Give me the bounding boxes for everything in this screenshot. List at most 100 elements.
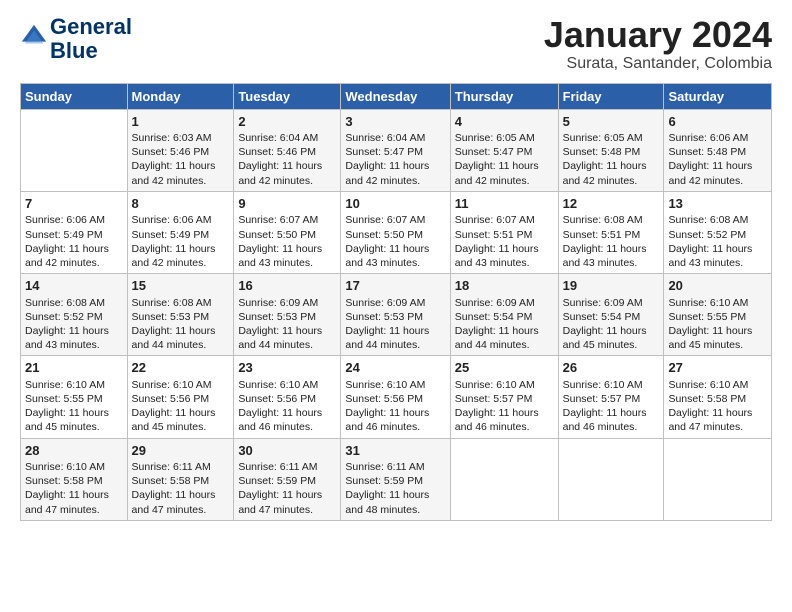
weekday-header-friday: Friday	[558, 83, 664, 109]
day-info: Sunrise: 6:09 AM	[455, 296, 554, 310]
day-number: 4	[455, 113, 554, 131]
day-number: 28	[25, 442, 123, 460]
day-info: Sunrise: 6:11 AM	[238, 460, 336, 474]
calendar-table: SundayMondayTuesdayWednesdayThursdayFrid…	[20, 83, 772, 521]
day-info: and 47 minutes.	[668, 420, 767, 434]
day-number: 26	[563, 359, 660, 377]
page: General Blue January 2024 Surata, Santan…	[0, 0, 792, 612]
day-info: Sunrise: 6:10 AM	[132, 378, 230, 392]
day-info: Sunrise: 6:08 AM	[563, 213, 660, 227]
day-info: and 47 minutes.	[238, 503, 336, 517]
day-info: and 43 minutes.	[563, 256, 660, 270]
day-info: and 46 minutes.	[455, 420, 554, 434]
day-info: Daylight: 11 hours	[668, 242, 767, 256]
day-info: Sunset: 5:53 PM	[345, 310, 445, 324]
day-info: Sunset: 5:53 PM	[238, 310, 336, 324]
calendar-week-row: 14Sunrise: 6:08 AMSunset: 5:52 PM Dayligh…	[21, 274, 772, 356]
day-info: Daylight: 11 hours	[238, 242, 336, 256]
calendar-cell: 18Sunrise: 6:09 AMSunset: 5:54 PMDayligh…	[450, 274, 558, 356]
day-info: Sunset: 5:54 PM	[455, 310, 554, 324]
day-info: Sunset: 5:57 PM	[455, 392, 554, 406]
day-info: and 43 minutes.	[668, 256, 767, 270]
day-number: 1	[132, 113, 230, 131]
calendar-cell: 7Sunrise: 6:06 AMSunset: 5:49 PMDaylight…	[21, 191, 128, 273]
day-info: Sunset: 5:47 PM	[345, 145, 445, 159]
calendar-week-row: 21 Sunrise: 6:10 AM Sunset: 5:55 PM Dayligh…	[21, 356, 772, 438]
calendar-cell: 10Sunrise: 6:07 AMSunset: 5:50 PMDayligh…	[341, 191, 450, 273]
calendar-week-row: 7Sunrise: 6:06 AMSunset: 5:49 PMDaylight…	[21, 191, 772, 273]
day-number: 10	[345, 195, 445, 213]
day-info: Sunrise: 6:09 AM	[563, 296, 660, 310]
day-info: and 45 minutes.	[132, 420, 230, 434]
day-info: and 45 minutes.	[668, 338, 767, 352]
calendar-cell: 29Sunrise: 6:11 AMSunset: 5:58 PMDayligh…	[127, 438, 234, 520]
day-number: 3	[345, 113, 445, 131]
weekday-header-row: SundayMondayTuesdayWednesdayThursdayFrid…	[21, 83, 772, 109]
day-info: Sunrise: 6:11 AM	[132, 460, 230, 474]
day-info: and 46 minutes.	[238, 420, 336, 434]
day-number: 30	[238, 442, 336, 460]
day-info: Sunrise: 6:03 AM	[132, 131, 230, 145]
day-info: Sunset: 5:52 PM	[25, 310, 123, 324]
day-info: and 47 minutes.	[25, 503, 123, 517]
day-info: Daylight: 11 hours	[238, 488, 336, 502]
day-number: 2	[238, 113, 336, 131]
day-info: Sunrise: 6:08 AM	[668, 213, 767, 227]
day-info: Daylight: 11 hours	[668, 324, 767, 338]
day-info: Sunrise: 6:05 AM	[455, 131, 554, 145]
calendar-cell	[21, 109, 128, 191]
day-number: 17	[345, 277, 445, 295]
day-info: Daylight: 11 hours	[345, 159, 445, 173]
day-number: 6	[668, 113, 767, 131]
day-info: Daylight: 11 hours	[455, 242, 554, 256]
calendar-cell: 14Sunrise: 6:08 AMSunset: 5:52 PMDayligh…	[21, 274, 128, 356]
weekday-header-thursday: Thursday	[450, 83, 558, 109]
day-info: and 44 minutes.	[238, 338, 336, 352]
day-info: Sunrise: 6:07 AM	[455, 213, 554, 227]
day-info: Daylight: 11 hours	[132, 159, 230, 173]
month-title: January 2024	[544, 15, 772, 55]
weekday-header-sunday: Sunday	[21, 83, 128, 109]
day-info: Daylight: 11 hours	[668, 406, 767, 420]
day-info: Sunset: 5:56 PM	[132, 392, 230, 406]
day-info: Sunset: 5:51 PM	[455, 228, 554, 242]
day-info: Sunset: 5:55 PM	[25, 392, 123, 406]
location-subtitle: Surata, Santander, Colombia	[544, 55, 772, 73]
day-info: Sunset: 5:57 PM	[563, 392, 660, 406]
logo-icon	[20, 23, 48, 51]
day-info: Sunrise: 6:09 AM	[238, 296, 336, 310]
day-info: Daylight: 11 hours	[132, 406, 230, 420]
day-info: Sunset: 5:47 PM	[455, 145, 554, 159]
day-info: Sunrise: 6:08 AM	[25, 296, 123, 310]
day-info: Daylight: 11 hours	[668, 159, 767, 173]
day-info: Daylight: 11 hours	[238, 159, 336, 173]
calendar-cell: 22Sunrise: 6:10 AMSunset: 5:56 PMDayligh…	[127, 356, 234, 438]
day-info: Sunrise: 6:06 AM	[25, 213, 123, 227]
day-info: and 46 minutes.	[345, 420, 445, 434]
day-info: Daylight: 11 hours	[563, 324, 660, 338]
calendar-cell: 4Sunrise: 6:05 AMSunset: 5:47 PMDaylight…	[450, 109, 558, 191]
calendar-cell: 6Sunrise: 6:06 AMSunset: 5:48 PMDaylight…	[664, 109, 772, 191]
day-info: and 43 minutes.	[25, 338, 123, 352]
day-info: Daylight: 11 hours	[25, 488, 123, 502]
day-info: Daylight: 11 hours	[345, 324, 445, 338]
calendar-cell: 20Sunrise: 6:10 AMSunset: 5:55 PMDayligh…	[664, 274, 772, 356]
day-info: and 42 minutes.	[238, 174, 336, 188]
day-info: Sunrise: 6:07 AM	[238, 213, 336, 227]
calendar-cell: 9Sunrise: 6:07 AMSunset: 5:50 PMDaylight…	[234, 191, 341, 273]
day-info: Sunset: 5:46 PM	[132, 145, 230, 159]
day-number: 14	[25, 277, 123, 295]
day-info: Sunset: 5:58 PM	[25, 474, 123, 488]
day-number: 11	[455, 195, 554, 213]
day-info: Daylight: 11 hours	[345, 242, 445, 256]
day-info: and 42 minutes.	[668, 174, 767, 188]
day-info: Sunset: 5:58 PM	[668, 392, 767, 406]
day-number: 8	[132, 195, 230, 213]
day-number: 16	[238, 277, 336, 295]
calendar-cell: 31Sunrise: 6:11 AMSunset: 5:59 PMDayligh…	[341, 438, 450, 520]
day-info: Sunset: 5:49 PM	[132, 228, 230, 242]
day-number: 21	[25, 359, 123, 377]
day-info: Daylight: 11 hours	[455, 159, 554, 173]
calendar-cell: 16Sunrise: 6:09 AMSunset: 5:53 PMDayligh…	[234, 274, 341, 356]
day-info: and 44 minutes.	[455, 338, 554, 352]
